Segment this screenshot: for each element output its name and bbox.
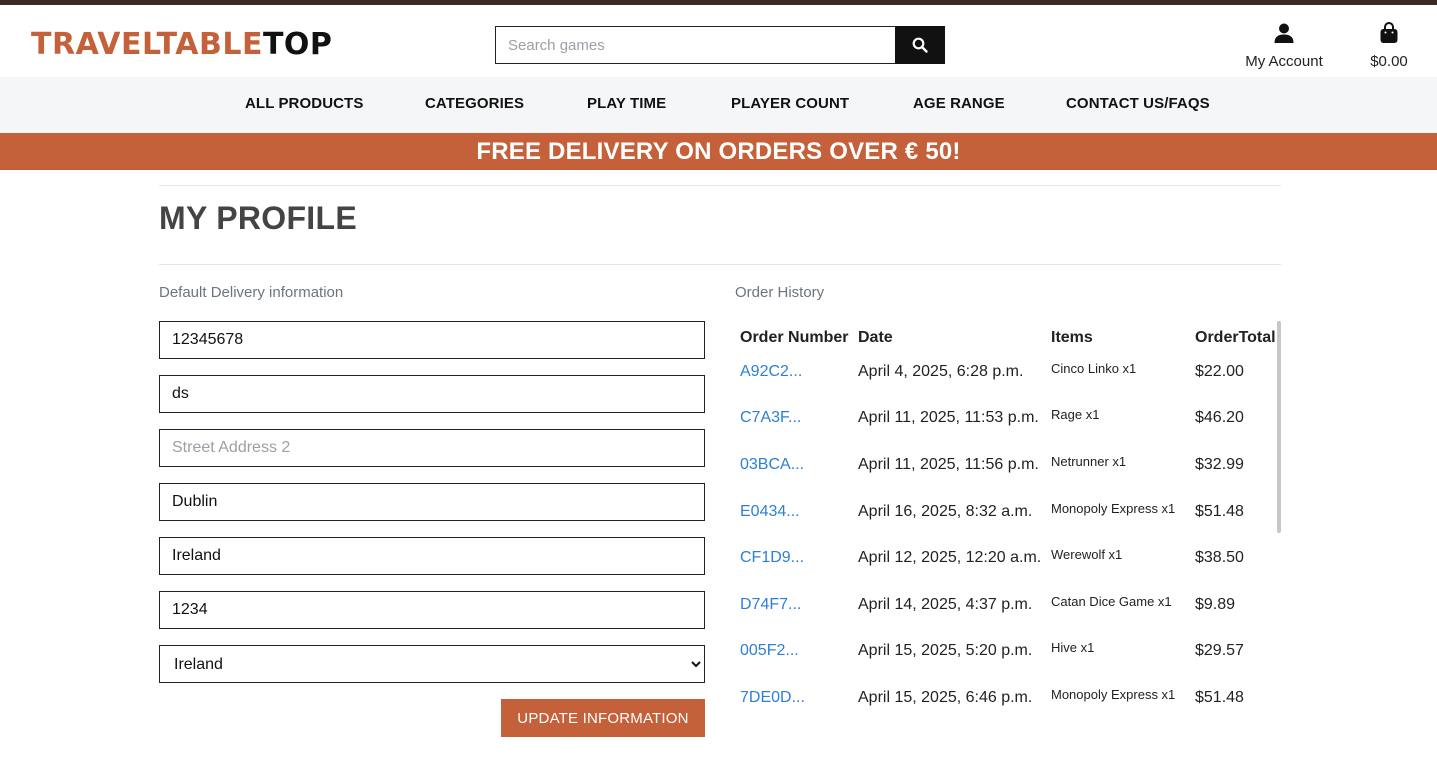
main-nav: ALL PRODUCTS CATEGORIES PLAY TIME PLAYER… — [0, 77, 1437, 133]
order-date: April 11, 2025, 11:56 p.m. — [858, 456, 1039, 473]
order-total: $51.48 — [1195, 503, 1244, 520]
header-items: Items — [1051, 329, 1093, 346]
order-number-link[interactable]: A92C2... — [740, 363, 802, 381]
order-total: $29.57 — [1195, 642, 1244, 659]
site-logo[interactable]: TRAVELTABLETOP — [31, 27, 332, 63]
shopping-bag-icon — [1380, 22, 1398, 43]
street-address-2-field[interactable] — [159, 429, 705, 467]
table-row: 005F2... April 15, 2025, 5:20 p.m. Hive … — [735, 640, 1275, 688]
order-date: April 12, 2025, 12:20 a.m. — [858, 549, 1042, 566]
order-date: April 16, 2025, 8:32 a.m. — [858, 503, 1033, 520]
order-date: April 14, 2025, 4:37 p.m. — [858, 596, 1033, 613]
table-row: C7A3F... April 11, 2025, 11:53 p.m. Rage… — [735, 407, 1275, 455]
table-row: E0434... April 16, 2025, 8:32 a.m. Monop… — [735, 501, 1275, 549]
county-field[interactable] — [159, 537, 705, 575]
order-items: Rage x1 — [1051, 407, 1100, 422]
order-date: April 15, 2025, 5:20 p.m. — [858, 642, 1033, 659]
street-address-1-field[interactable] — [159, 375, 705, 413]
order-number-link[interactable]: D74F7... — [740, 596, 801, 614]
order-total: $22.00 — [1195, 363, 1244, 380]
user-icon — [1274, 23, 1294, 43]
divider-bottom — [159, 264, 1281, 265]
header-order-number: Order Number — [740, 329, 849, 346]
my-account-link[interactable]: My Account — [1236, 22, 1332, 70]
order-items: Catan Dice Game x1 — [1051, 594, 1172, 609]
table-row: A92C2... April 4, 2025, 6:28 p.m. Cinco … — [735, 361, 1275, 409]
order-items: Netrunner x1 — [1051, 454, 1127, 469]
postcode-field[interactable] — [159, 591, 705, 629]
table-row: 03BCA... April 11, 2025, 11:56 p.m. Netr… — [735, 454, 1275, 502]
order-items: Cinco Linko x1 — [1051, 361, 1137, 376]
delivery-banner: FREE DELIVERY ON ORDERS OVER € 50! — [0, 133, 1437, 170]
shopping-bag-link[interactable]: $0.00 — [1362, 22, 1416, 70]
header-date: Date — [858, 329, 893, 346]
search-input[interactable] — [495, 26, 896, 64]
bag-total: $0.00 — [1370, 53, 1408, 70]
order-total: $9.89 — [1195, 596, 1236, 613]
order-history-table: Order Number Date Items OrderTotal A92C2… — [735, 321, 1281, 741]
page-title: MY PROFILE — [159, 200, 357, 236]
order-total: $46.20 — [1195, 409, 1244, 426]
logo-text-primary: TRAVELTABLE — [31, 27, 263, 62]
account-label: My Account — [1245, 53, 1323, 70]
order-history-scrollbar[interactable] — [1277, 321, 1281, 533]
site-header: TRAVELTABLETOP My Account $0.00 — [0, 5, 1437, 77]
order-items: Monopoly Express x1 — [1051, 501, 1176, 516]
order-date: April 15, 2025, 6:46 p.m. — [858, 689, 1033, 706]
delivery-info-label: Default Delivery information — [159, 284, 344, 301]
header-order-total: OrderTotal — [1195, 329, 1276, 346]
order-number-link[interactable]: C7A3F... — [740, 409, 801, 427]
order-items: Hive x1 — [1051, 640, 1095, 655]
nav-contact-faqs[interactable]: CONTACT US/FAQS — [1066, 95, 1210, 112]
update-information-button[interactable]: UPDATE INFORMATION — [501, 699, 705, 737]
order-number-link[interactable]: CF1D9... — [740, 549, 804, 567]
country-select[interactable]: Ireland — [159, 645, 705, 683]
divider-top — [159, 185, 1281, 186]
order-number-link[interactable]: 03BCA... — [740, 456, 804, 474]
order-total: $38.50 — [1195, 549, 1244, 566]
order-items: Werewolf x1 — [1051, 547, 1123, 562]
town-city-field[interactable] — [159, 483, 705, 521]
search-icon — [912, 37, 928, 53]
order-date: April 4, 2025, 6:28 p.m. — [858, 363, 1024, 380]
nav-age-range[interactable]: AGE RANGE — [913, 95, 1005, 112]
table-row: CF1D9... April 12, 2025, 12:20 a.m. Were… — [735, 547, 1275, 595]
table-row: 7DE0D... April 15, 2025, 6:46 p.m. Monop… — [735, 687, 1275, 735]
nav-all-products[interactable]: ALL PRODUCTS — [245, 95, 363, 112]
order-items: Monopoly Express x1 — [1051, 687, 1176, 702]
logo-text-secondary: TOP — [262, 27, 333, 62]
order-number-link[interactable]: 005F2... — [740, 642, 799, 660]
nav-play-time[interactable]: PLAY TIME — [587, 95, 666, 112]
order-history-label: Order History — [735, 284, 825, 301]
nav-categories[interactable]: CATEGORIES — [425, 95, 524, 112]
search-form — [495, 26, 945, 64]
order-number-link[interactable]: E0434... — [740, 503, 800, 521]
order-date: April 11, 2025, 11:53 p.m. — [858, 409, 1039, 426]
order-total: $32.99 — [1195, 456, 1244, 473]
phone-field[interactable] — [159, 321, 705, 359]
order-total: $51.48 — [1195, 689, 1244, 706]
order-number-link[interactable]: 7DE0D... — [740, 689, 805, 707]
table-row: D74F7... April 14, 2025, 4:37 p.m. Catan… — [735, 594, 1275, 642]
search-button[interactable] — [895, 26, 945, 64]
nav-player-count[interactable]: PLAYER COUNT — [731, 95, 849, 112]
